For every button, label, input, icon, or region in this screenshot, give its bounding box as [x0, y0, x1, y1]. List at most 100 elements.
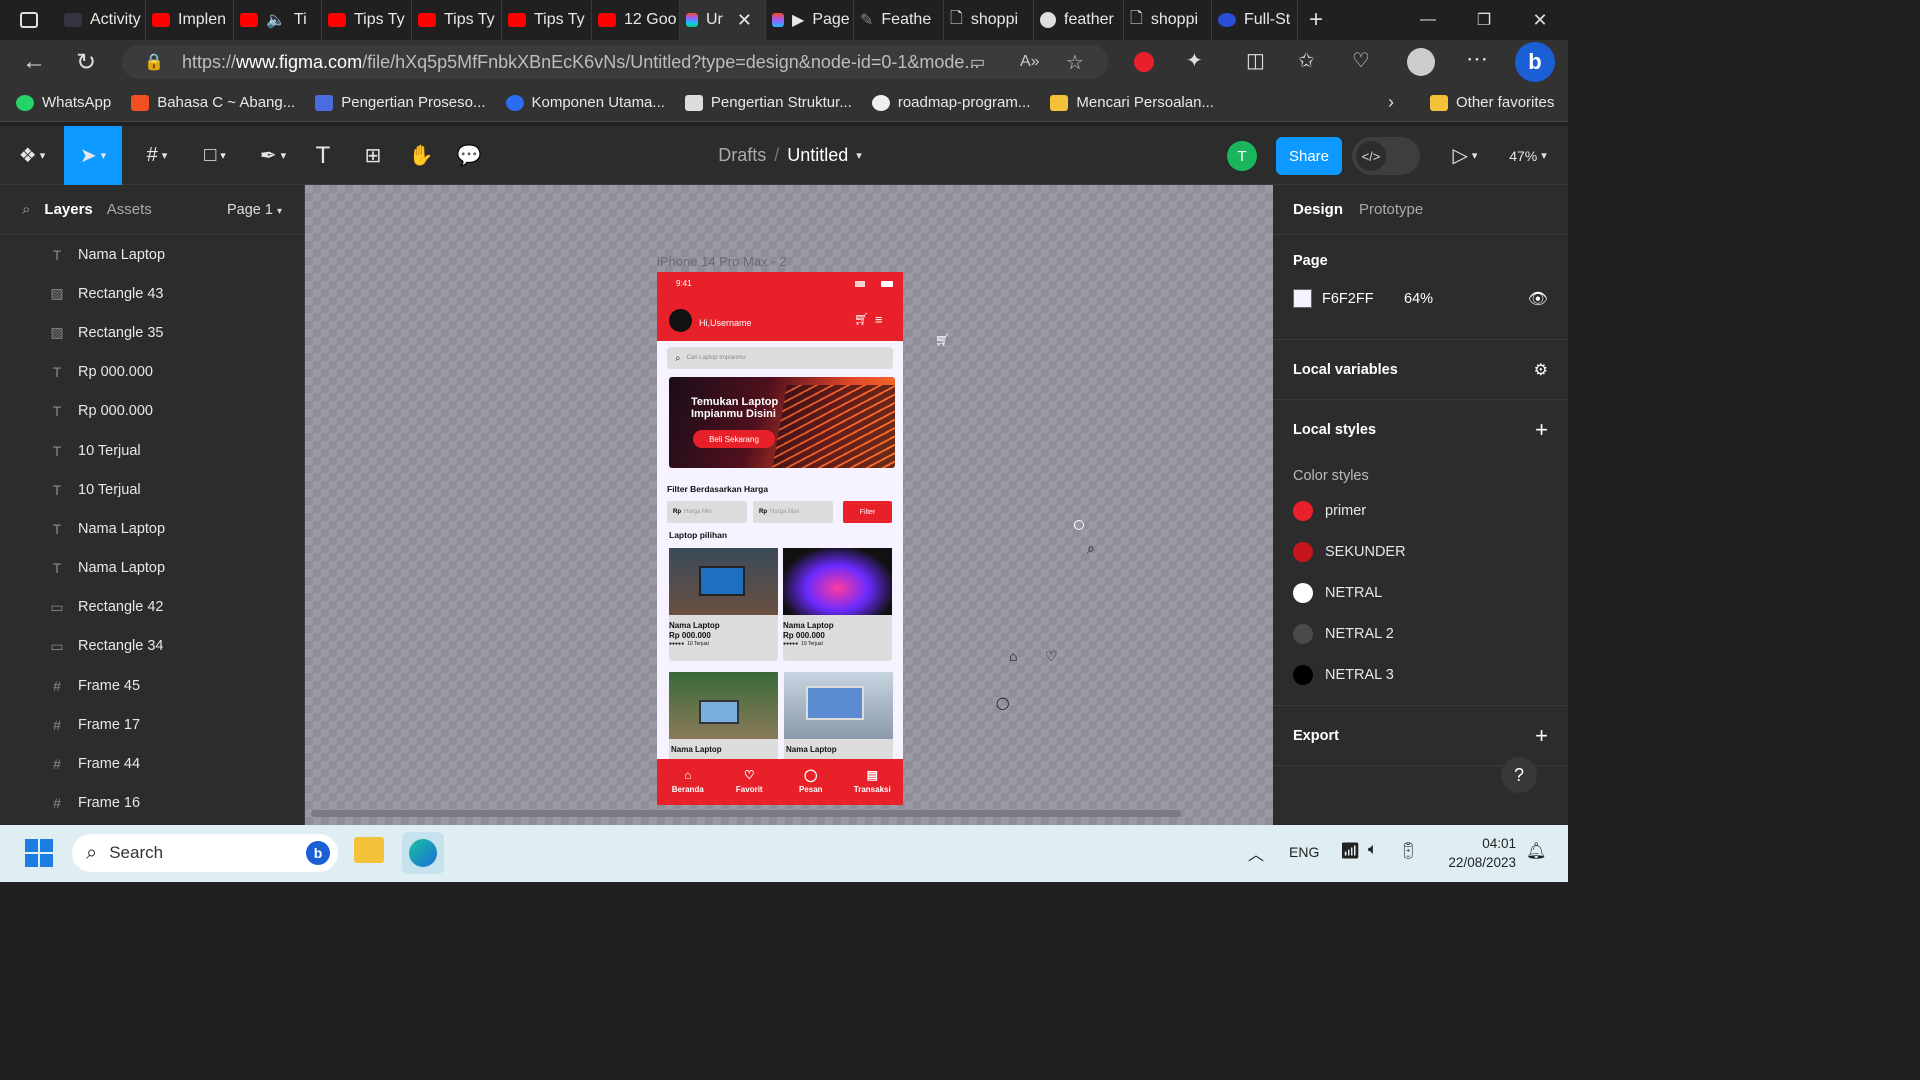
clipboard-icon[interactable]: ▭	[970, 52, 985, 72]
layer-row[interactable]: # Frame 45	[0, 666, 304, 705]
file-name[interactable]: Untitled	[787, 145, 848, 166]
tab-shoppi-2[interactable]: 🗋 shoppi	[1124, 0, 1212, 40]
layer-row[interactable]: # Frame 17	[0, 705, 304, 744]
comment-tool-icon[interactable]: 💬	[452, 126, 486, 185]
resources-icon[interactable]: ⊞	[356, 126, 390, 185]
tab-prototype[interactable]: Prototype	[1359, 201, 1423, 218]
horizontal-scrollbar[interactable]	[311, 810, 1181, 817]
layer-row[interactable]: T Rp 000.000	[0, 392, 304, 431]
layer-row[interactable]: ▭ Rectangle 42	[0, 588, 304, 627]
min-price-input[interactable]: Rp Harga Min	[667, 501, 747, 523]
page-fill-row[interactable]: F6F2FF 64% 👁	[1293, 289, 1548, 308]
bookmark-whatsapp[interactable]: WhatsApp	[0, 94, 121, 111]
battery-icon[interactable]: 🔋︎	[1398, 841, 1418, 861]
product-card[interactable]: Nama Laptop Rp 000.000 ●●●●● 10 Terjual	[783, 548, 892, 661]
menu-icon[interactable]: ≡	[875, 312, 883, 327]
windows-start-icon[interactable]	[25, 839, 53, 867]
layer-row[interactable]: # Frame 44	[0, 744, 304, 783]
new-tab-button[interactable]: +	[1298, 6, 1334, 34]
close-icon[interactable]: ✕	[737, 10, 752, 31]
page-selector[interactable]: Page 1 ▾	[227, 202, 282, 218]
filter-button[interactable]: Filter	[843, 501, 892, 523]
tab-page[interactable]: ▶ Page	[766, 0, 854, 40]
zoom-control[interactable]: 47% ▾	[1500, 126, 1556, 185]
extensions-icon[interactable]: ✦	[1186, 48, 1203, 73]
color-style-row[interactable]: NETRAL 2	[1273, 613, 1568, 654]
frame-label[interactable]: iPhone 14 Pro Max - 2	[657, 254, 786, 269]
volume-icon[interactable]: 🔈︎	[1368, 841, 1378, 859]
refresh-button[interactable]: ↻	[76, 48, 96, 77]
tab-implen[interactable]: Implen	[146, 0, 234, 40]
tab-assets[interactable]: Assets	[107, 201, 152, 218]
layer-row[interactable]: T Nama Laptop	[0, 235, 304, 274]
layer-row[interactable]: T Nama Laptop	[0, 549, 304, 588]
layer-row[interactable]: T 10 Terjual	[0, 470, 304, 509]
bookmark-bahasa-c[interactable]: Bahasa C ~ Abang...	[121, 94, 305, 111]
tab-layers[interactable]: Layers	[44, 201, 92, 218]
page-color-hex[interactable]: F6F2FF	[1322, 291, 1404, 307]
favorite-star-icon[interactable]: ☆	[1066, 50, 1084, 75]
circle-icon[interactable]	[1074, 520, 1084, 530]
language-indicator[interactable]: ENG	[1289, 844, 1319, 860]
clock[interactable]: 04:01 22/08/2023	[1430, 834, 1516, 872]
sliders-icon[interactable]: ⚙	[1534, 360, 1548, 380]
restore-button[interactable]: ❐	[1456, 10, 1512, 30]
product-card[interactable]: Nama Laptop Rp 000.000 ●●●●● 10 Terjual	[669, 548, 778, 661]
bookmark-pengertian-struktur[interactable]: Pengertian Struktur...	[675, 94, 862, 111]
page-color-swatch[interactable]	[1293, 289, 1312, 308]
bookmark-roadmap[interactable]: roadmap-program...	[862, 94, 1041, 111]
local-variables-row[interactable]: Local variables ⚙	[1273, 340, 1568, 400]
tab-shoppi-1[interactable]: 🗋 shoppi	[944, 0, 1034, 40]
present-icon[interactable]: ▷ ▾	[1444, 126, 1486, 185]
buy-now-button[interactable]: Beli Sekarang	[693, 430, 775, 448]
favorites-icon[interactable]: ✩	[1298, 48, 1315, 73]
plus-icon[interactable]: +	[1535, 723, 1548, 749]
taskbar-search[interactable]: ⌕ Search b	[72, 834, 338, 872]
text-tool-icon[interactable]: T	[306, 126, 340, 185]
help-button[interactable]: ?	[1501, 757, 1537, 793]
layer-row[interactable]: ▨ Rectangle 43	[0, 274, 304, 313]
canvas[interactable]: iPhone 14 Pro Max - 2 9:41 Hi,Username 🛒…	[305, 185, 1273, 825]
color-style-row[interactable]: NETRAL 3	[1273, 654, 1568, 695]
layer-row[interactable]: T Rp 000.000	[0, 353, 304, 392]
page-opacity[interactable]: 64%	[1404, 291, 1433, 307]
pen-tool-icon[interactable]: ✒ ▾	[248, 126, 298, 185]
file-breadcrumb[interactable]: Drafts / Untitled ▾	[700, 126, 880, 185]
wifi-icon[interactable]: 📶︎	[1340, 841, 1360, 861]
figma-menu-icon[interactable]: ❖ ▾	[10, 126, 54, 185]
bookmark-mencari-persoalan[interactable]: Mencari Persoalan...	[1040, 94, 1224, 111]
cart-icon[interactable]: 🛒︎	[854, 312, 869, 326]
share-button[interactable]: Share	[1276, 137, 1342, 175]
layer-row[interactable]: ▭ Rectangle 34	[0, 627, 304, 666]
chevron-right-icon[interactable]: ›	[1388, 92, 1394, 113]
tab-tips-1[interactable]: Tips Ty	[322, 0, 412, 40]
product-card[interactable]: Nama Laptop	[784, 672, 893, 762]
user-avatar[interactable]: T	[1227, 141, 1257, 171]
tab-tips-3[interactable]: Tips Ty	[502, 0, 592, 40]
bookmark-pengertian-proseso[interactable]: Pengertian Proseso...	[305, 94, 495, 111]
layer-row[interactable]: T Nama Laptop	[0, 509, 304, 548]
iphone-frame[interactable]: 9:41 Hi,Username 🛒︎ ≡ ⌕ Cari Laptop Impi…	[657, 272, 903, 805]
bing-copilot-icon[interactable]: b	[1515, 42, 1555, 82]
nav-pesan[interactable]: ◯ Pesan	[780, 759, 842, 805]
nav-transaksi[interactable]: ▤ Transaksi	[842, 759, 904, 805]
back-button[interactable]: ←	[22, 48, 46, 76]
move-tool-icon[interactable]: ➤ ▾	[64, 126, 122, 185]
product-card[interactable]: Nama Laptop	[669, 672, 778, 762]
avatar[interactable]	[669, 309, 692, 332]
other-favorites[interactable]: Other favorites	[1420, 94, 1564, 111]
window-close-button[interactable]: ✕	[1512, 10, 1568, 31]
plus-icon[interactable]: +	[1535, 417, 1548, 443]
tab-activity[interactable]: Activity	[58, 0, 146, 40]
local-styles-row[interactable]: Local styles +	[1273, 400, 1568, 460]
breadcrumb-drafts[interactable]: Drafts	[718, 145, 766, 166]
tab-audio[interactable]: 🔈 Ti	[234, 0, 322, 40]
layer-row[interactable]: T 10 Terjual	[0, 431, 304, 470]
tab-full-st[interactable]: Full-St	[1212, 0, 1298, 40]
hand-tool-icon[interactable]: ✋	[404, 126, 438, 185]
search-input[interactable]: ⌕ Cari Laptop Impianmu	[667, 347, 893, 369]
minimize-button[interactable]: —	[1400, 11, 1456, 29]
tab-feather[interactable]: ✎ Feathe	[854, 0, 944, 40]
tab-feather-github[interactable]: feather	[1034, 0, 1124, 40]
dev-mode-toggle[interactable]: </>	[1352, 137, 1420, 175]
